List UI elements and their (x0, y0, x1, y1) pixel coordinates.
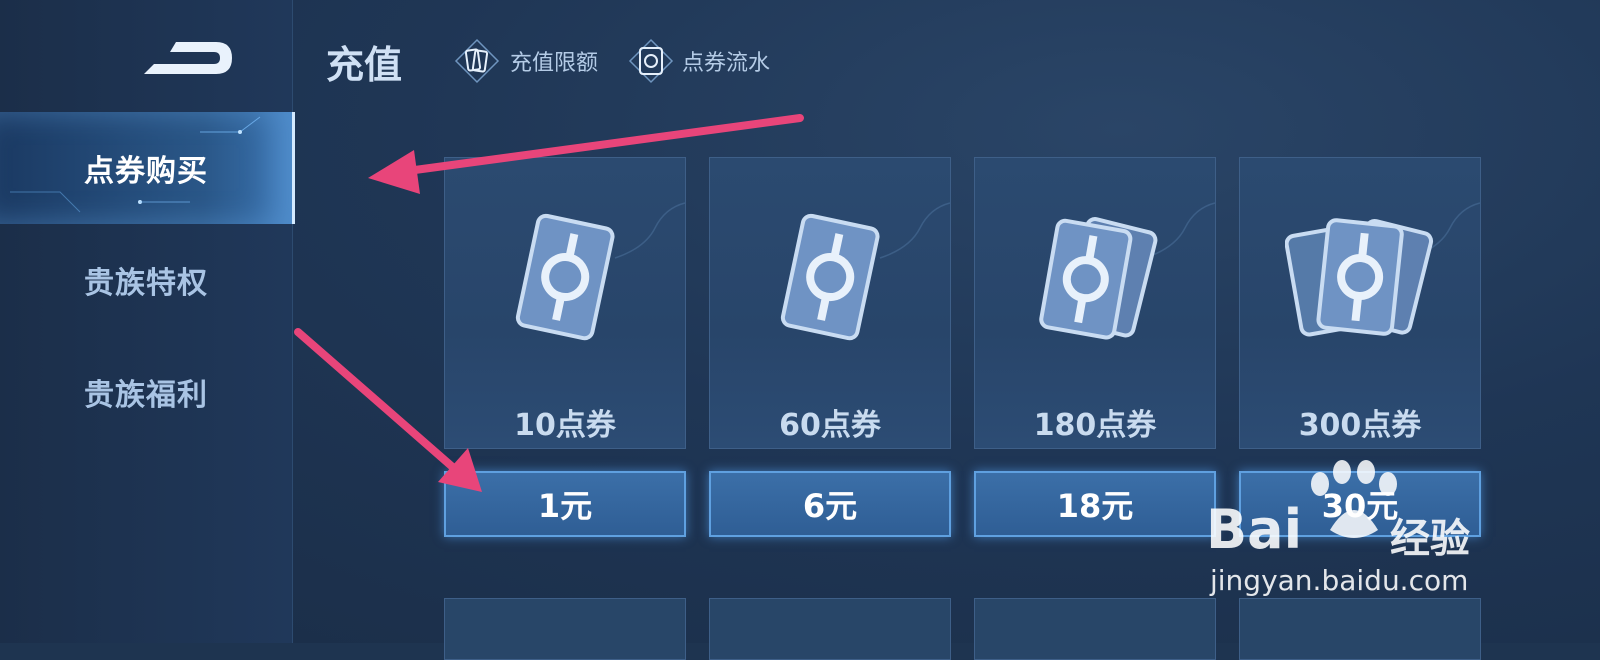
baidu-watermark: Bai 经验 jingyan.baidu.com (1200, 460, 1500, 610)
coupon-ticket-icon (780, 213, 880, 341)
sidebar: 点券购买 贵族特权 贵族福利 (0, 0, 295, 643)
product-amount: 10点券 (514, 408, 616, 443)
coupon-ticket-stack-icon (1039, 217, 1158, 340)
coupon-ticket-stack-icon (1285, 218, 1434, 337)
watermark-brand-right: 经验 (1390, 516, 1470, 562)
product-card-partial[interactable] (444, 598, 686, 660)
product-card-partial[interactable] (709, 598, 951, 660)
sidebar-item-noble-privilege[interactable]: 贵族特权 (0, 224, 292, 336)
product-amount: 180点券 (1033, 408, 1157, 443)
card-icon (454, 38, 500, 84)
recharge-limit-link[interactable]: 充值限额 (452, 38, 598, 84)
watermark-url: jingyan.baidu.com (1210, 564, 1469, 597)
sidebar-item-noble-welfare[interactable]: 贵族福利 (0, 336, 292, 448)
product-card-60[interactable]: 60点券 (709, 157, 951, 449)
sidebar-item-label: 贵族特权 (84, 266, 208, 301)
coupon-history-link[interactable]: 点券流水 (628, 38, 770, 84)
recharge-limit-label: 充值限额 (510, 51, 599, 76)
product-card-10[interactable]: 10点券 (444, 157, 686, 449)
product-card-300[interactable]: 300点券 (1239, 157, 1481, 449)
watermark-brand-left: Bai (1206, 498, 1303, 561)
back-arrow-icon (144, 42, 232, 74)
sidebar-item-label: 贵族福利 (84, 378, 208, 413)
back-button[interactable] (140, 36, 240, 80)
sidebar-item-coupon-purchase[interactable]: 点券购买 (0, 112, 295, 224)
sidebar-item-label: 点券购买 (84, 154, 208, 189)
product-amount: 60点券 (779, 408, 881, 443)
coupon-icon (628, 38, 674, 84)
page-title: 充值 (326, 43, 403, 87)
price-button-18[interactable]: 18元 (974, 471, 1216, 537)
product-amount: 300点券 (1298, 408, 1422, 443)
price-button-1[interactable]: 1元 (444, 471, 686, 537)
product-card-partial[interactable] (974, 598, 1216, 660)
coupon-history-label: 点券流水 (682, 51, 771, 76)
product-card-180[interactable]: 180点券 (974, 157, 1216, 449)
price-button-6[interactable]: 6元 (709, 471, 951, 537)
coupon-ticket-icon (515, 213, 615, 341)
